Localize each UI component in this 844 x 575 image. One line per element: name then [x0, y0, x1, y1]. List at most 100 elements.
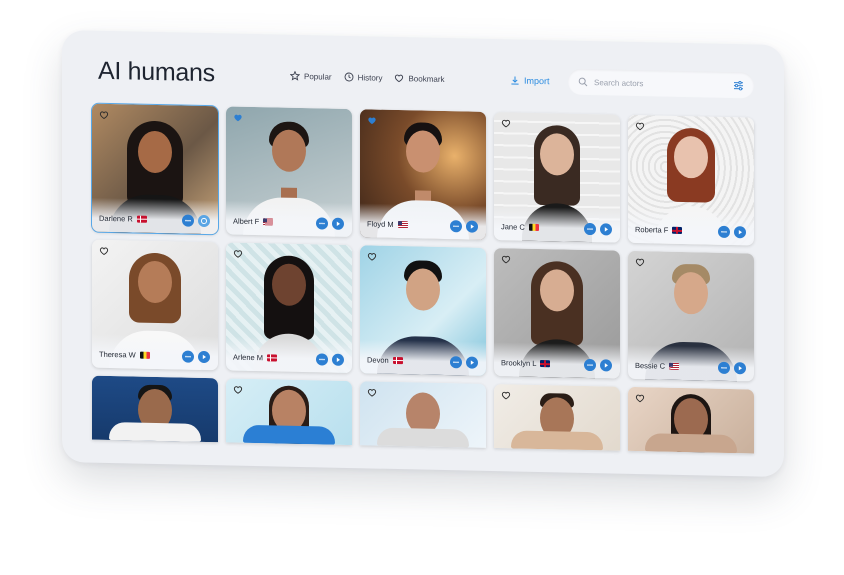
actor-card[interactable]: Darlene R	[91, 102, 219, 236]
import-button[interactable]: Import	[510, 75, 550, 86]
clock-icon	[344, 72, 354, 82]
actor-name-label: Floyd M	[367, 219, 408, 229]
usa-flag-icon	[669, 362, 680, 370]
more-dots-icon	[319, 222, 325, 225]
play-icon	[202, 354, 206, 360]
heart-outline-icon[interactable]	[635, 393, 645, 403]
actor-card[interactable]: Floyd M	[360, 109, 486, 240]
actor-card[interactable]	[360, 381, 486, 448]
actor-name: Roberta F	[635, 225, 669, 235]
ai-humans-panel: AI humans Popular History Bookmark Impor…	[62, 30, 784, 478]
more-button[interactable]	[316, 353, 328, 366]
actor-name-label: Brooklyn L	[501, 358, 551, 368]
more-dots-icon	[587, 228, 593, 230]
actor-name: Albert F	[233, 216, 260, 227]
more-button[interactable]	[584, 222, 596, 236]
pause-button[interactable]	[198, 214, 210, 228]
more-dots-icon	[319, 358, 325, 361]
actor-name-label: Darlene R	[99, 214, 147, 224]
denmark-flag-icon	[392, 356, 403, 365]
more-dots-icon	[721, 231, 727, 233]
heart-filled-icon[interactable]	[233, 113, 243, 123]
actor-name-label: Theresa W	[99, 350, 150, 360]
heart-outline-icon[interactable]	[367, 251, 377, 261]
more-button[interactable]	[450, 356, 462, 369]
more-button[interactable]	[182, 214, 194, 227]
play-button[interactable]	[600, 223, 612, 236]
actor-card[interactable]	[628, 386, 754, 454]
nav-history[interactable]: History	[344, 72, 383, 83]
actor-name: Theresa W	[99, 349, 136, 360]
play-button[interactable]	[466, 356, 478, 369]
usa-flag-icon	[263, 218, 274, 226]
more-button[interactable]	[182, 350, 194, 363]
play-button[interactable]	[332, 217, 344, 230]
actor-name-label: Arlene M	[233, 352, 278, 363]
belgium-flag-icon	[528, 223, 539, 231]
actor-name: Darlene R	[99, 213, 133, 224]
actor-card[interactable]: Theresa W	[92, 239, 218, 371]
import-label: Import	[524, 75, 550, 87]
actor-name-label: Jane C	[501, 222, 539, 232]
more-button[interactable]	[316, 217, 328, 230]
play-icon	[336, 357, 340, 362]
actor-card[interactable]: Devon	[360, 245, 486, 376]
heart-outline-icon[interactable]	[367, 387, 377, 397]
search-icon	[578, 77, 588, 87]
more-button[interactable]	[584, 358, 596, 372]
actor-name: Floyd M	[367, 219, 394, 229]
heart-outline-icon	[395, 74, 404, 83]
actor-card[interactable]: Roberta F	[628, 114, 754, 246]
heart-outline-icon[interactable]	[233, 249, 243, 259]
denmark-flag-icon	[136, 215, 147, 223]
belgium-flag-icon	[139, 351, 150, 359]
filter-sliders-icon[interactable]	[733, 80, 744, 91]
actor-card[interactable]: Bessie C	[628, 250, 754, 382]
play-icon	[470, 224, 474, 229]
nav-bar: Popular History Bookmark	[290, 70, 444, 84]
more-dots-icon	[721, 367, 727, 369]
heart-outline-icon[interactable]	[99, 246, 109, 256]
nav-popular[interactable]: Popular	[290, 70, 332, 82]
more-button[interactable]	[450, 220, 462, 233]
actor-name-label: Albert F	[233, 216, 274, 227]
more-button[interactable]	[718, 361, 730, 374]
play-button[interactable]	[600, 359, 612, 372]
heart-outline-icon[interactable]	[233, 385, 243, 395]
actor-name: Brooklyn L	[501, 358, 537, 368]
play-button[interactable]	[734, 226, 746, 239]
more-dots-icon	[587, 364, 593, 366]
play-button[interactable]	[734, 362, 746, 375]
search-input[interactable]: Search actors	[594, 78, 733, 90]
actors-grid: Darlene R Albert F Floyd M Jane C Robert…	[91, 102, 754, 454]
uk-flag-icon	[672, 226, 683, 234]
nav-label: History	[357, 72, 383, 83]
more-button[interactable]	[718, 225, 730, 238]
heart-outline-icon[interactable]	[635, 257, 645, 267]
download-icon	[511, 76, 519, 85]
actor-card[interactable]	[494, 384, 620, 451]
heart-outline-icon[interactable]	[635, 121, 645, 131]
actor-card[interactable]: Albert F	[226, 106, 352, 238]
actor-name: Bessie C	[635, 361, 666, 371]
heart-outline-icon[interactable]	[99, 110, 109, 120]
actor-card[interactable]: Arlene M	[226, 242, 352, 374]
actor-card[interactable]	[92, 375, 218, 443]
search-bar[interactable]: Search actors	[568, 68, 754, 99]
play-button[interactable]	[332, 353, 344, 366]
actor-card[interactable]: Brooklyn L	[494, 248, 620, 379]
heart-outline-icon[interactable]	[501, 118, 511, 128]
nav-label: Popular	[304, 71, 332, 82]
play-button[interactable]	[466, 220, 478, 233]
nav-bookmark[interactable]: Bookmark	[394, 73, 444, 84]
play-icon	[470, 360, 474, 365]
actor-card[interactable]	[226, 378, 352, 446]
actor-card[interactable]: Jane C	[494, 112, 620, 243]
heart-outline-icon[interactable]	[501, 254, 511, 264]
play-button[interactable]	[198, 350, 210, 364]
play-icon	[604, 363, 608, 368]
heart-outline-icon[interactable]	[501, 390, 511, 400]
more-dots-icon	[453, 361, 459, 364]
actor-name: Arlene M	[233, 352, 264, 363]
heart-filled-icon[interactable]	[367, 115, 377, 125]
